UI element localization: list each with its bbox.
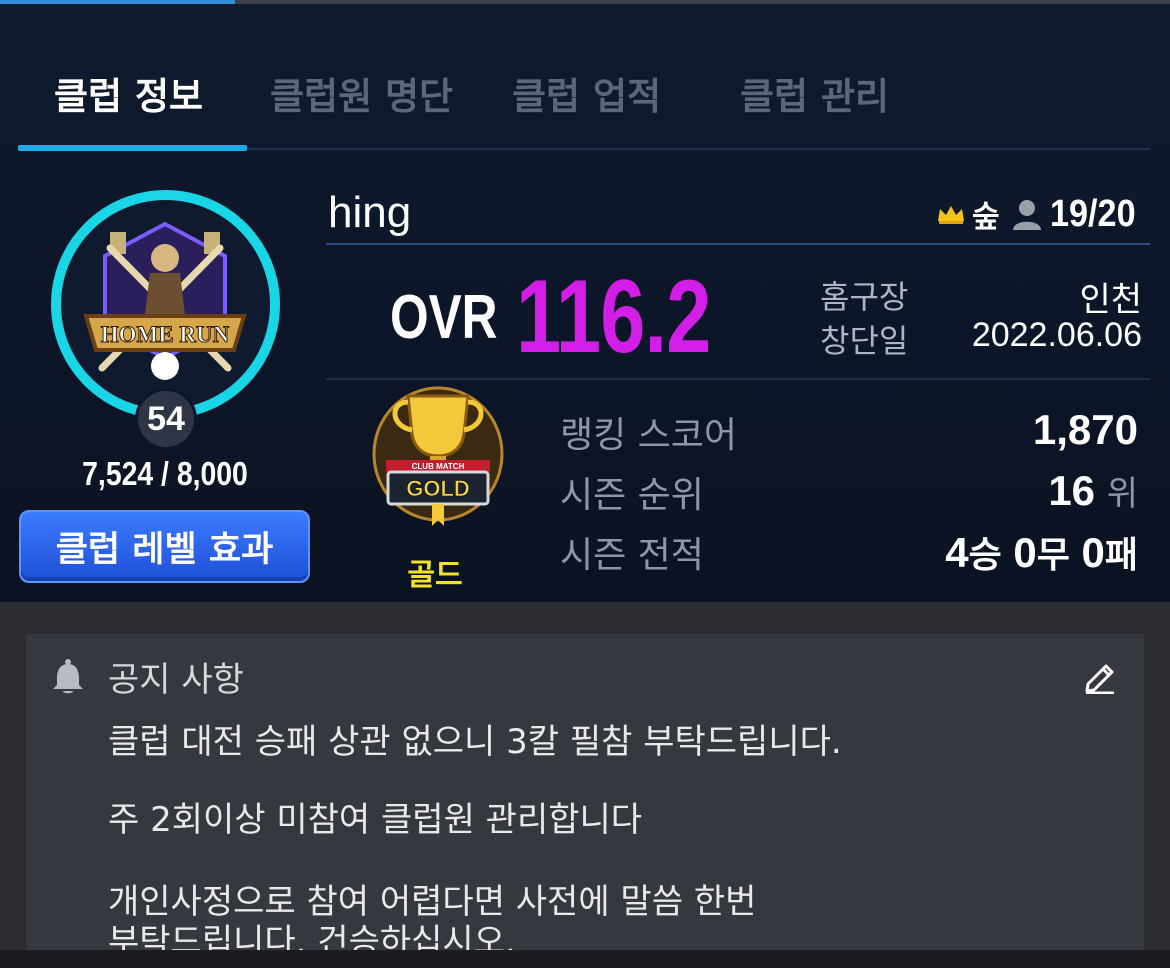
divider: [326, 378, 1150, 380]
tab-club-achievements[interactable]: 클럽 업적: [512, 66, 661, 120]
divider: [326, 243, 1150, 245]
tab-bar: 클럽 정보 클럽원 명단 클럽 업적 클럽 관리: [18, 48, 1150, 151]
tab-club-members[interactable]: 클럽원 명단: [270, 66, 453, 120]
home-stadium-label: 홈구장: [820, 278, 909, 316]
ranking-score-label: 랭킹 스코어: [560, 415, 738, 456]
top-strip: [0, 0, 1170, 4]
league-name: 골드: [407, 558, 463, 593]
league-badge-text: GOLD: [406, 476, 470, 501]
bell-icon: [53, 659, 83, 694]
club-level-badge: 54: [135, 388, 197, 450]
crown-icon: [938, 206, 964, 224]
club-exp: 7,524 / 8,000: [82, 455, 248, 492]
club-owner-info: 숲 19/20: [936, 192, 1145, 235]
season-rank-value: 16 위: [1048, 467, 1138, 514]
club-info-panel: 클럽 정보 클럽원 명단 클럽 업적 클럽 관리 HOME RUN 54 7,5…: [0, 0, 1170, 602]
trophy-icon: CLUB MATCH GOLD: [372, 386, 504, 526]
owner-name: 숲: [972, 200, 1000, 235]
club-emblem[interactable]: HOME RUN: [80, 218, 250, 388]
notice-text-line: 부탁드립니다. 건승하십시오.: [108, 922, 516, 950]
ranking-score-value: 1,870: [1032, 406, 1138, 453]
member-icon: [1012, 200, 1041, 230]
notice-panel: 공지 사항 클럽 대전 승패 상관 없으니 3칼 필참 부탁드립니다. 주 2회…: [26, 634, 1144, 950]
notice-title: 공지 사항: [108, 660, 244, 700]
club-name: hing: [328, 188, 412, 237]
season-rank-label: 시즌 순위: [560, 475, 704, 516]
club-level-effect-button[interactable]: 클럽 레벨 효과: [19, 510, 310, 583]
notice-text-line: 주 2회이상 미참여 클럽원 관리합니다: [108, 800, 643, 840]
tab-club-management[interactable]: 클럽 관리: [740, 66, 889, 120]
active-tab-indicator: [18, 145, 247, 151]
ovr-label: OVR: [390, 283, 498, 352]
season-record-label: 시즌 전적: [560, 535, 704, 576]
notice-text-line: 클럽 대전 승패 상관 없으니 3칼 필참 부탁드립니다.: [108, 722, 842, 762]
league-badge-subtext: CLUB MATCH: [412, 462, 465, 471]
founded-date-value: 2022.06.06: [971, 316, 1142, 354]
member-count: 19/20: [1049, 192, 1136, 235]
ovr-value: 116.2: [516, 259, 711, 375]
edit-icon[interactable]: [1082, 658, 1118, 694]
home-stadium-value: 인천: [1079, 281, 1142, 319]
emblem-text: HOME RUN: [101, 322, 230, 347]
founded-date-label: 창단일: [820, 322, 909, 360]
season-record-value: 4승 0무 0패: [945, 529, 1138, 576]
tab-club-info[interactable]: 클럽 정보: [54, 66, 203, 120]
bottom-bar: [0, 950, 1170, 968]
